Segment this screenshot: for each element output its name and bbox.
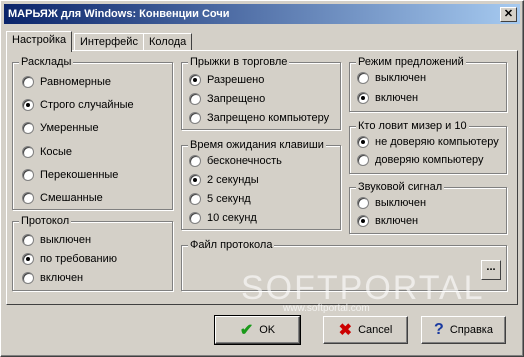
deals-option[interactable]: Равномерные <box>22 74 111 90</box>
trade-jumps-group-title: Прыжки в торговле <box>188 55 290 69</box>
suggestions-option[interactable]: включен <box>357 90 418 106</box>
tab-settings[interactable]: Настройка <box>6 31 73 52</box>
radio-button-icon[interactable] <box>22 192 34 205</box>
protocol-option[interactable]: включен <box>22 270 83 286</box>
radio-option-label: выключен <box>40 234 92 246</box>
radio-button-icon[interactable] <box>22 272 34 285</box>
radio-option-label: доверяю компьютеру <box>375 154 484 166</box>
help-button[interactable]: ? Справка <box>421 316 506 344</box>
radio-button-icon[interactable] <box>189 193 201 206</box>
radio-button-icon[interactable] <box>189 174 201 187</box>
radio-option-label: не доверяю компьютеру <box>375 136 499 148</box>
protocol-group-title: Протокол <box>19 214 72 228</box>
softportal-watermark-url: www.softportal.com <box>283 303 370 314</box>
misere-option[interactable]: не доверяю компьютеру <box>357 134 499 150</box>
radio-option-label: Разрешено <box>207 74 265 86</box>
radio-option-label: Перекошенные <box>40 168 119 181</box>
radio-button-icon[interactable] <box>357 72 369 85</box>
deals-option[interactable]: Смешанные <box>22 190 103 206</box>
radio-option-label: Умеренные <box>40 122 99 135</box>
cancel-button-label: Cancel <box>358 324 393 336</box>
radio-button-icon[interactable] <box>189 212 201 225</box>
deals-group-title: Расклады <box>19 55 74 69</box>
wait-time-option[interactable]: 10 секунд <box>189 210 257 226</box>
deals-option[interactable]: Перекошенные <box>22 167 118 183</box>
radio-button-icon[interactable] <box>22 99 34 112</box>
radio-button-icon[interactable] <box>357 197 369 210</box>
protocol-option[interactable]: по требованию <box>22 251 117 267</box>
radio-option-label: 2 секунды <box>207 174 259 186</box>
help-button-label: Справка <box>449 324 493 336</box>
ok-button-label: OK <box>259 324 276 336</box>
radio-option-label: Строго случайные <box>40 99 134 112</box>
wait-time-option[interactable]: бесконечность <box>189 153 282 169</box>
tab-interface[interactable]: Интерфейс <box>74 33 144 51</box>
radio-button-icon[interactable] <box>189 112 201 125</box>
deals-option[interactable]: Умеренные <box>22 120 99 136</box>
radio-button-icon[interactable] <box>357 154 369 167</box>
sound-option[interactable]: включен <box>357 213 418 229</box>
radio-button-icon[interactable] <box>22 253 34 266</box>
wait-time-group-title: Время ожидания клавиши <box>188 138 326 152</box>
radio-button-icon[interactable] <box>22 76 34 89</box>
radio-option-label: 5 секунд <box>207 193 251 205</box>
ok-button[interactable]: ✔ OK <box>214 315 301 345</box>
radio-option-label: Запрещено <box>207 93 266 105</box>
radio-option-label: Смешанные <box>40 192 103 204</box>
sound-group-title: Звуковой сигнал <box>356 180 445 194</box>
window-title: МАРЬЯЖ для Windows: Конвенции Сочи <box>8 8 230 20</box>
question-mark-icon: ? <box>434 321 444 338</box>
radio-button-icon[interactable] <box>357 92 369 105</box>
trade-jumps-option[interactable]: Разрешено <box>189 72 264 88</box>
checkmark-icon: ✔ <box>239 322 254 339</box>
radio-button-icon[interactable] <box>22 234 34 247</box>
title-bar: МАРЬЯЖ для Windows: Конвенции Сочи ✕ <box>4 4 520 24</box>
trade-jumps-option[interactable]: Запрещено компьютеру <box>189 110 329 126</box>
radio-option-label: включен <box>375 215 419 227</box>
radio-button-icon[interactable] <box>357 215 369 228</box>
radio-option-label: включен <box>40 272 84 284</box>
radio-option-label: по требованию <box>40 253 118 265</box>
radio-button-icon[interactable] <box>357 136 369 149</box>
log-file-group-title: Файл протокола <box>188 238 275 252</box>
protocol-option[interactable]: выключен <box>22 232 91 248</box>
radio-option-label: Косые <box>40 145 73 158</box>
wait-time-option[interactable]: 2 секунды <box>189 172 259 188</box>
suggestions-option[interactable]: выключен <box>357 70 426 86</box>
misere-option[interactable]: доверяю компьютеру <box>357 152 483 168</box>
radio-button-icon[interactable] <box>22 168 34 181</box>
radio-option-label: Запрещено компьютеру <box>207 112 330 124</box>
radio-button-icon[interactable] <box>189 93 201 106</box>
radio-button-icon[interactable] <box>189 155 201 168</box>
radio-option-label: бесконечность <box>207 155 282 167</box>
sound-option[interactable]: выключен <box>357 195 426 211</box>
cross-icon: ✖ <box>338 322 353 339</box>
radio-option-label: выключен <box>375 72 427 84</box>
radio-button-icon[interactable] <box>22 145 34 158</box>
suggestions-group-title: Режим предложений <box>356 55 466 69</box>
deals-option[interactable]: Косые <box>22 144 72 160</box>
radio-option-label: включен <box>375 92 419 104</box>
radio-option-label: 10 секунд <box>207 212 257 224</box>
trade-jumps-option[interactable]: Запрещено <box>189 91 265 107</box>
cancel-button[interactable]: ✖ Cancel <box>323 316 408 344</box>
radio-option-label: выключен <box>375 197 427 209</box>
deals-option[interactable]: Строго случайные <box>22 97 134 113</box>
close-button[interactable]: ✕ <box>500 7 517 22</box>
radio-button-icon[interactable] <box>189 74 201 87</box>
wait-time-option[interactable]: 5 секунд <box>189 191 251 207</box>
tab-deck[interactable]: Колода <box>143 33 193 51</box>
radio-button-icon[interactable] <box>22 122 34 135</box>
dialog-window: МАРЬЯЖ для Windows: Конвенции Сочи ✕ Нас… <box>0 0 524 357</box>
misere-group-title: Кто ловит мизер и 10 <box>356 119 469 133</box>
radio-option-label: Равномерные <box>40 76 112 88</box>
